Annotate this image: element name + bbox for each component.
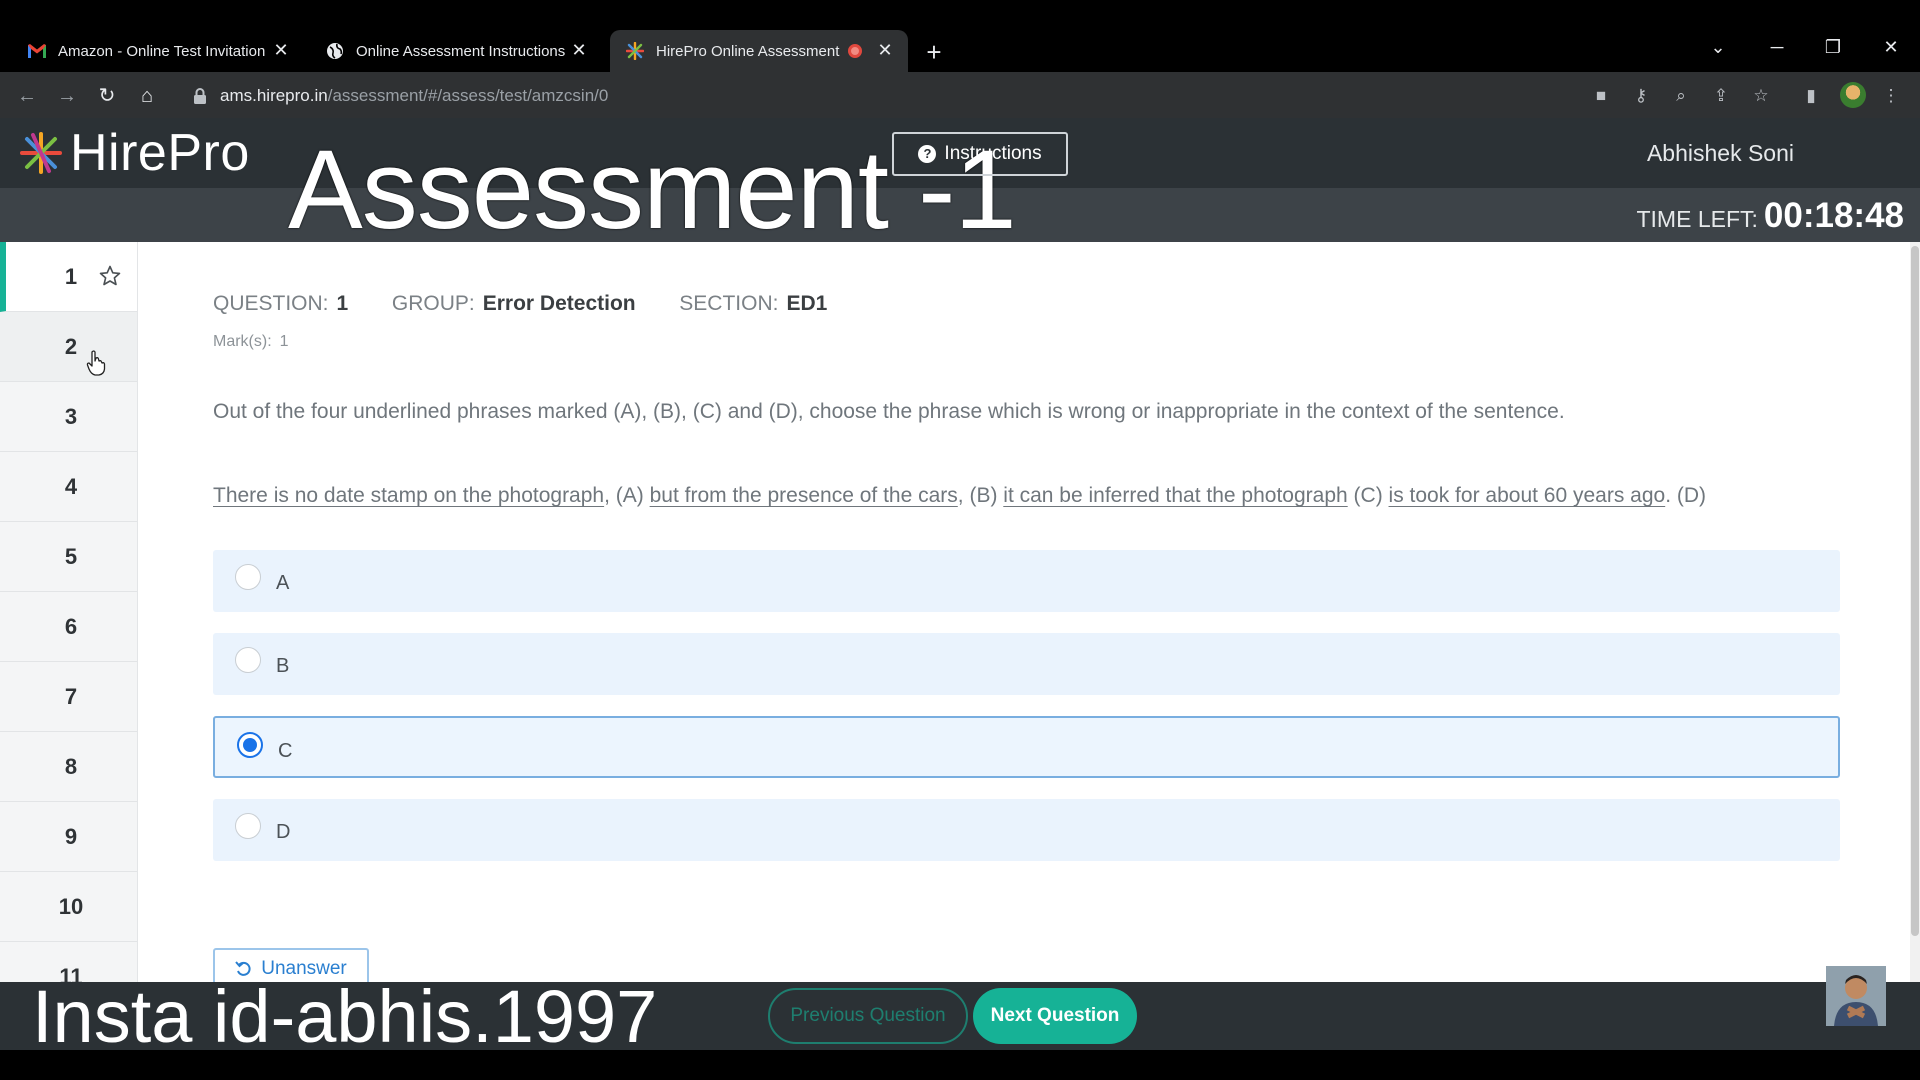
close-icon[interactable]: ✕	[874, 39, 896, 61]
scrollbar[interactable]	[1910, 242, 1920, 982]
question-nav-item[interactable]: 1	[0, 242, 137, 312]
browser-tab-instructions[interactable]: Online Assessment Instructions ✕	[312, 30, 602, 72]
option-label: C	[278, 740, 293, 762]
window-close-icon[interactable]: ✕	[1876, 34, 1906, 60]
question-nav-item[interactable]: 7	[0, 662, 137, 732]
tab-title: Online Assessment Instructions	[356, 42, 566, 60]
question-label: QUESTION:	[213, 292, 329, 315]
question-nav-item[interactable]: 3	[0, 382, 137, 452]
instructions-button[interactable]: ? Instructions	[892, 132, 1068, 176]
menu-icon[interactable]: ⋮	[1878, 84, 1904, 108]
forward-icon[interactable]: →	[53, 82, 81, 110]
question-nav-item[interactable]: 9	[0, 802, 137, 872]
marks-info: Mark(s): 1	[213, 333, 289, 351]
lock-icon	[194, 88, 206, 104]
bookmark-star-icon[interactable]: ☆	[1748, 84, 1774, 108]
phrase-d: is took for about 60 years ago	[1388, 484, 1666, 507]
scrollbar-thumb[interactable]	[1911, 246, 1919, 936]
new-tab-icon[interactable]: +	[920, 38, 948, 66]
option-d[interactable]: D	[213, 799, 1840, 861]
hirepro-icon	[624, 40, 646, 62]
close-icon[interactable]: ✕	[270, 39, 292, 61]
question-nav-item[interactable]: 8	[0, 732, 137, 802]
restore-icon[interactable]: ❐	[1818, 34, 1848, 60]
tab-title: HirePro Online Assessment	[656, 42, 840, 60]
close-icon[interactable]: ✕	[568, 39, 590, 61]
previous-question-button[interactable]: Previous Question	[768, 988, 968, 1044]
question-sentence: There is no date stamp on the photograph…	[213, 484, 1707, 507]
section-value: ED1	[786, 292, 828, 315]
option-c[interactable]: C	[213, 716, 1840, 778]
phrase-b: but from the presence of the cars	[649, 484, 958, 507]
question-prompt: Out of the four underlined phrases marke…	[213, 400, 1565, 423]
globe-icon	[324, 40, 346, 62]
url-text: ams.hirepro.in/assessment/#/assess/test/…	[220, 86, 609, 105]
zoom-icon[interactable]: ⌕	[1668, 84, 1694, 108]
marks-value: 1	[279, 333, 289, 350]
question-nav-item[interactable]: 4	[0, 452, 137, 522]
reload-icon[interactable]: ↻	[93, 82, 121, 110]
question-number: 1	[336, 292, 349, 315]
radio-button-selected[interactable]	[237, 732, 263, 758]
phrase-a: There is no date stamp on the photograph	[213, 484, 605, 507]
question-nav-item[interactable]: 6	[0, 592, 137, 662]
address-bar[interactable]: ams.hirepro.in/assessment/#/assess/test/…	[176, 79, 1556, 113]
question-nav-item[interactable]: 2	[0, 312, 137, 382]
tab-title: Amazon - Online Test Invitation	[58, 42, 266, 60]
help-icon: ?	[918, 145, 937, 163]
browser-tab-strip: Amazon - Online Test Invitation ✕ Online…	[0, 0, 1920, 72]
webcam-thumbnail	[1826, 966, 1886, 1026]
option-label: A	[276, 572, 290, 594]
hand-cursor-icon	[86, 350, 106, 376]
time-left: TIME LEFT: 00:18:48	[1636, 196, 1904, 236]
tab-search-icon[interactable]: ⌄	[1703, 34, 1733, 60]
recording-icon	[848, 44, 862, 58]
profile-avatar[interactable]	[1840, 82, 1866, 108]
instructions-label: Instructions	[944, 143, 1042, 164]
group-label: GROUP:	[391, 292, 475, 315]
option-a[interactable]: A	[213, 550, 1840, 612]
radio-button[interactable]	[235, 564, 261, 590]
section-label: SECTION:	[679, 292, 779, 315]
logo-text: HirePro	[70, 124, 250, 182]
key-icon[interactable]: ⚷	[1628, 84, 1654, 108]
question-meta: QUESTION: 1 GROUP: Error Detection SECTION…	[213, 292, 827, 316]
video-watermark: Insta id-abhis.1997	[32, 975, 658, 1058]
hirepro-logo-icon	[20, 132, 62, 174]
question-navigator: 1 2 3 4 5 6 7 8 9 10 11	[0, 242, 138, 982]
video-letterbox	[0, 1050, 1920, 1080]
browser-tab-gmail[interactable]: Amazon - Online Test Invitation ✕	[14, 30, 304, 72]
question-nav-item[interactable]: 5	[0, 522, 137, 592]
main-content: 1 2 3 4 5 6 7 8 9 10 11 QUESTION: 1 GROUP…	[0, 242, 1920, 990]
phrase-c: it can be inferred that the photograph	[1003, 484, 1348, 507]
gmail-icon	[26, 40, 48, 62]
hirepro-logo: HirePro	[18, 124, 250, 182]
user-name: Abhishek Soni	[1646, 140, 1794, 166]
star-icon[interactable]	[98, 264, 122, 288]
home-icon[interactable]: ⌂	[133, 82, 161, 110]
group-value: Error Detection	[482, 292, 636, 315]
time-left-label: TIME LEFT:	[1636, 206, 1758, 232]
minimize-icon[interactable]: ─	[1762, 34, 1792, 60]
back-icon[interactable]: ←	[13, 82, 41, 110]
time-left-value: 00:18:48	[1763, 196, 1904, 235]
radio-button[interactable]	[235, 813, 261, 839]
side-panel-icon[interactable]: ▮	[1798, 84, 1824, 108]
option-label: D	[276, 821, 291, 843]
share-icon[interactable]: ⇪	[1708, 84, 1734, 108]
question-nav-item[interactable]: 10	[0, 872, 137, 942]
browser-tab-hirepro[interactable]: HirePro Online Assessment ✕	[610, 30, 908, 72]
camera-icon[interactable]: ■	[1588, 84, 1614, 108]
option-label: B	[276, 655, 290, 677]
marks-label: Mark(s):	[213, 333, 272, 350]
option-b[interactable]: B	[213, 633, 1840, 695]
next-question-button[interactable]: Next Question	[973, 988, 1137, 1044]
radio-button[interactable]	[235, 647, 261, 673]
browser-toolbar: ← → ↻ ⌂ ams.hirepro.in/assessment/#/asse…	[0, 72, 1920, 118]
